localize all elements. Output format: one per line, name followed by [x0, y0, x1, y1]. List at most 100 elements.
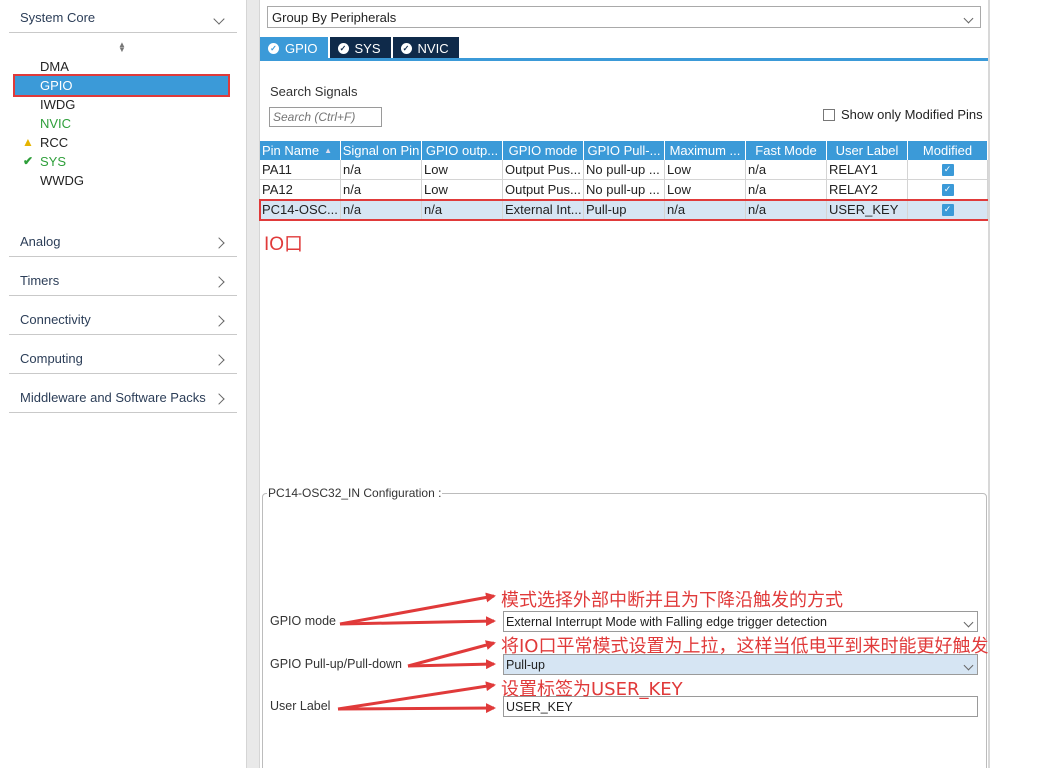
column-header-gpio-pull[interactable]: GPIO Pull-...: [584, 141, 665, 160]
user-label-label: User Label: [270, 699, 331, 713]
gpio-pull-value: Pull-up: [506, 657, 545, 672]
panel-splitter[interactable]: [246, 0, 260, 768]
gpio-mode-value: External Interrupt Mode with Falling edg…: [506, 614, 828, 629]
checkmark-icon: ✔: [22, 154, 34, 168]
sidebar-item-rcc[interactable]: ▲ RCC: [15, 133, 228, 152]
annotation-pull: 将IO口平常模式设置为上拉，这样当低电平到来时能更好触发: [501, 636, 989, 657]
cell-gpio-mode: Output Pus...: [503, 160, 584, 179]
category-label: System Core: [20, 10, 96, 25]
sort-up-icon: ▲: [324, 146, 332, 155]
column-header-user-label[interactable]: User Label: [827, 141, 908, 160]
category-label: Computing: [20, 351, 83, 366]
tab-underline: [260, 58, 989, 61]
chevron-right-icon: [212, 351, 226, 367]
category-timers[interactable]: Timers: [9, 266, 237, 296]
tab-label: NVIC: [417, 40, 449, 56]
sidebar-item-sys[interactable]: ✔ SYS: [15, 152, 228, 171]
table-row[interactable]: PA12 n/a Low Output Pus... No pull-up ..…: [260, 180, 989, 200]
cell-gpio-mode: Output Pus...: [503, 180, 584, 199]
sidebar-item-label: RCC: [40, 135, 69, 150]
cell-gpio-output: Low: [422, 160, 503, 179]
checkbox-checked-icon: ✓: [941, 163, 954, 176]
sidebar-item-wwdg[interactable]: WWDG: [15, 171, 228, 190]
sort-icon[interactable]: ▲ ▼: [118, 41, 126, 54]
user-label-value: USER_KEY: [506, 699, 573, 714]
tab-label: SYS: [354, 40, 381, 56]
sidebar-item-iwdg[interactable]: IWDG: [15, 95, 228, 114]
category-label: Connectivity: [20, 312, 91, 327]
table-row[interactable]: PA11 n/a Low Output Pus... No pull-up ..…: [260, 160, 989, 180]
gpio-mode-label: GPIO mode: [270, 614, 336, 628]
chevron-down-icon: [963, 615, 974, 629]
check-circle-icon: ✓: [337, 42, 349, 54]
cell-maximum: Low: [665, 180, 746, 199]
cell-gpio-pull: No pull-up ...: [584, 160, 665, 179]
column-header-pin-name[interactable]: Pin Name ▲: [260, 141, 341, 160]
cell-gpio-pull: No pull-up ...: [584, 180, 665, 199]
table-header: Pin Name ▲ Signal on Pin GPIO outp... GP…: [260, 141, 989, 160]
annotation-mode: 模式选择外部中断并且为下降沿触发的方式: [501, 590, 843, 611]
category-label: Timers: [20, 273, 60, 288]
category-system-core[interactable]: System Core: [9, 3, 237, 33]
column-header-modified[interactable]: Modified: [908, 141, 988, 160]
category-label: Middleware and Software Packs: [20, 390, 206, 405]
tab-sys[interactable]: ✓ SYS: [329, 37, 391, 59]
category-middleware[interactable]: Middleware and Software Packs: [9, 383, 237, 413]
chevron-right-icon: [212, 273, 226, 289]
chevron-down-icon: [963, 658, 974, 672]
cell-signal: n/a: [341, 200, 422, 219]
cell-gpio-mode: External Int...: [503, 200, 584, 219]
column-header-gpio-mode[interactable]: GPIO mode: [503, 141, 584, 160]
sidebar-item-label: DMA: [40, 59, 69, 74]
cell-gpio-output: Low: [422, 180, 503, 199]
chevron-right-icon: [212, 312, 226, 328]
sidebar-item-label: WWDG: [40, 173, 85, 188]
gpio-mode-dropdown[interactable]: External Interrupt Mode with Falling edg…: [503, 611, 978, 632]
gpio-pull-label: GPIO Pull-up/Pull-down: [270, 657, 403, 671]
cell-gpio-pull: Pull-up: [584, 200, 665, 219]
cell-user-label: USER_KEY: [827, 200, 908, 219]
show-modified-label: Show only Modified Pins: [841, 107, 983, 122]
cell-maximum: Low: [665, 160, 746, 179]
pin-table: Pin Name ▲ Signal on Pin GPIO outp... GP…: [259, 141, 990, 221]
show-modified-checkbox[interactable]: Show only Modified Pins: [823, 107, 983, 122]
sidebar-item-dma[interactable]: DMA: [15, 57, 228, 76]
cell-pin-name: PC14-OSC...: [260, 200, 341, 219]
checkbox-checked-icon: ✓: [941, 203, 954, 216]
chevron-down-icon: [212, 10, 226, 26]
column-header-signal[interactable]: Signal on Pin: [341, 141, 422, 160]
tab-bar: ✓ GPIO ✓ SYS ✓ NVIC: [260, 37, 461, 59]
config-title: PC14-OSC32_IN Configuration :: [267, 486, 443, 500]
chevron-down-icon: [963, 10, 974, 25]
cell-fast-mode: n/a: [746, 160, 827, 179]
tab-nvic[interactable]: ✓ NVIC: [392, 37, 459, 59]
sidebar-item-label: SYS: [40, 154, 67, 169]
category-label: Analog: [20, 234, 61, 249]
column-header-fast-mode[interactable]: Fast Mode: [746, 141, 827, 160]
table-row-selected[interactable]: PC14-OSC... n/a n/a External Int... Pull…: [259, 199, 990, 221]
cell-maximum: n/a: [665, 200, 746, 219]
search-input[interactable]: [269, 107, 382, 127]
cell-user-label: RELAY2: [827, 180, 908, 199]
search-label: Search Signals: [270, 84, 358, 99]
tab-gpio[interactable]: ✓ GPIO: [260, 37, 328, 59]
sidebar-item-gpio[interactable]: GPIO: [13, 74, 230, 97]
column-header-gpio-output[interactable]: GPIO outp...: [422, 141, 503, 160]
cell-signal: n/a: [341, 160, 422, 179]
cell-fast-mode: n/a: [746, 200, 827, 219]
cell-modified: ✓: [908, 200, 988, 219]
io-annotation: IO口: [264, 234, 304, 255]
sidebar-item-label: GPIO: [40, 78, 73, 93]
column-header-maximum[interactable]: Maximum ...: [665, 141, 746, 160]
cell-pin-name: PA11: [260, 160, 341, 179]
sidebar-item-nvic[interactable]: NVIC: [15, 114, 228, 133]
left-panel: System Core ▲ ▼ DMA GPIO IWDG NVIC ▲ RCC …: [0, 0, 246, 768]
sidebar-item-label: NVIC: [40, 116, 72, 131]
checkbox[interactable]: [823, 108, 835, 121]
cell-modified: ✓: [908, 160, 988, 179]
chevron-right-icon: [212, 234, 226, 250]
category-analog[interactable]: Analog: [9, 227, 237, 257]
category-computing[interactable]: Computing: [9, 344, 237, 374]
category-connectivity[interactable]: Connectivity: [9, 305, 237, 335]
group-by-dropdown[interactable]: Group By Peripherals: [267, 6, 981, 28]
